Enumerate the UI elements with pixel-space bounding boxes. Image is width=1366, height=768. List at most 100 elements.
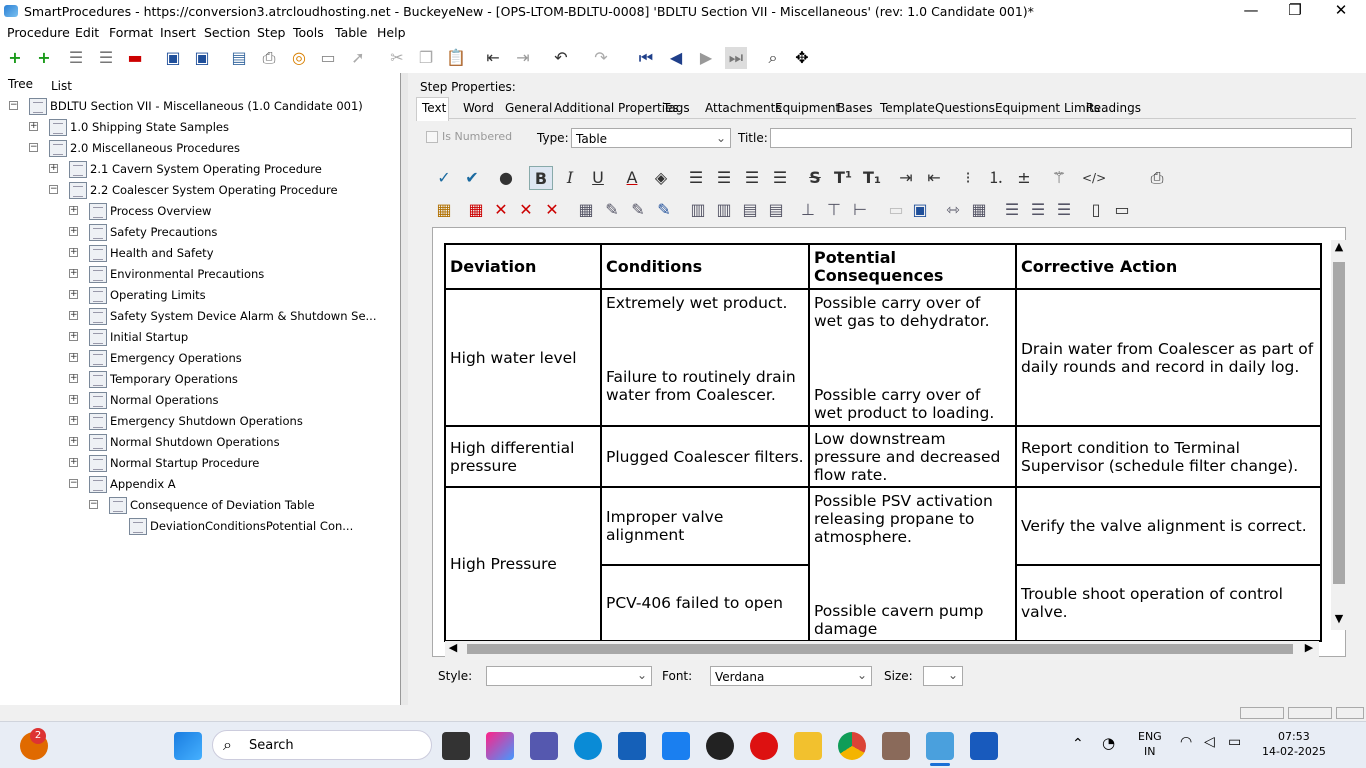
cell-corrective-action[interactable]: Verify the valve alignment is correct. <box>1015 486 1322 566</box>
delete-cell-icon[interactable]: ✕ <box>540 198 564 222</box>
expand-icon[interactable]: + <box>69 227 78 236</box>
expand-icon[interactable]: + <box>69 458 78 467</box>
menu-help[interactable]: Help <box>377 23 406 40</box>
tree-node[interactable]: − BDLTU Section VII - Miscellaneous (1.0 … <box>4 96 392 117</box>
style-select[interactable]: ⌄ <box>486 666 652 686</box>
cell-consequences[interactable]: Possible PSV activation releasing propan… <box>808 486 1017 642</box>
cell-corrective-action[interactable]: Trouble shoot operation of control valve… <box>1015 563 1322 642</box>
tab-tags[interactable]: Tags <box>663 101 690 115</box>
last-icon[interactable]: ⏭ <box>725 47 747 69</box>
horizontal-scroll-thumb[interactable] <box>467 644 1293 654</box>
tree-node[interactable]: + Emergency Shutdown Operations <box>4 411 392 432</box>
cell-conditions[interactable]: Plugged Coalescer filters. <box>600 425 810 488</box>
align-center-icon[interactable]: ☰ <box>712 166 736 190</box>
expand-icon[interactable]: + <box>69 437 78 446</box>
tab-readings[interactable]: Readings <box>1086 101 1141 115</box>
type-select[interactable]: Table ⌄ <box>571 128 731 148</box>
tab-bases[interactable]: Bases <box>837 101 872 115</box>
collapse-icon[interactable]: − <box>49 185 58 194</box>
vertical-bar-icon[interactable]: ▯ <box>1084 198 1108 222</box>
menu-insert[interactable]: Insert <box>160 23 196 40</box>
cell-align-right-icon[interactable]: ☰ <box>1052 198 1076 222</box>
font-color-icon[interactable]: A <box>620 166 644 190</box>
magic-wand-icon[interactable]: ⚚ <box>1047 166 1071 190</box>
paste-icon[interactable]: 📋 <box>445 47 467 69</box>
underline-icon[interactable]: U <box>586 166 610 190</box>
expand-icon[interactable]: + <box>69 374 78 383</box>
save-icon[interactable]: ▣ <box>162 47 184 69</box>
chrome-icon[interactable] <box>838 732 866 760</box>
edge-icon[interactable] <box>574 732 602 760</box>
outdent-icon[interactable]: ⇤ <box>482 47 504 69</box>
scroll-right-icon[interactable]: ▶ <box>1301 641 1317 657</box>
insert-row-below-icon[interactable]: ▤ <box>764 198 788 222</box>
outline-icon[interactable]: ☰ <box>95 47 117 69</box>
search-box[interactable]: ⌕ Search <box>212 730 432 760</box>
add-icon[interactable]: + <box>4 47 26 69</box>
insert-row-above-icon[interactable]: ▤ <box>738 198 762 222</box>
increase-indent-icon[interactable]: ⇥ <box>894 166 918 190</box>
next-icon[interactable]: ▶ <box>695 47 717 69</box>
redo-disabled-icon[interactable]: ➚ <box>347 47 369 69</box>
collapse-icon[interactable]: − <box>89 500 98 509</box>
tree-node[interactable]: + Initial Startup <box>4 327 392 348</box>
expand-icon[interactable]: + <box>69 395 78 404</box>
cell-align-left-icon[interactable]: ☰ <box>1000 198 1024 222</box>
tab-attachments[interactable]: Attachments <box>705 101 782 115</box>
indent-list-icon[interactable]: ☰ <box>65 47 87 69</box>
tree-node[interactable]: + Safety Precautions <box>4 222 392 243</box>
copy-icon[interactable]: ❐ <box>415 47 437 69</box>
align-left-icon[interactable]: ☰ <box>684 166 708 190</box>
cut-icon[interactable]: ✂ <box>386 47 408 69</box>
decrease-indent-icon[interactable]: ⇤ <box>922 166 946 190</box>
tree-node[interactable]: − 2.0 Miscellaneous Procedures <box>4 138 392 159</box>
tree-node[interactable]: + Normal Operations <box>4 390 392 411</box>
print-preview-icon[interactable]: ⎙ <box>1145 166 1169 190</box>
add-child-icon[interactable]: + <box>33 47 55 69</box>
menu-tools[interactable]: Tools <box>293 23 324 40</box>
numbered-list-icon[interactable]: ⒈ <box>984 166 1008 190</box>
table-edit-icon[interactable]: ✎ <box>600 198 624 222</box>
menu-format[interactable]: Format <box>109 23 153 40</box>
tree-node[interactable]: − Appendix A <box>4 474 392 495</box>
wifi-icon[interactable]: ◠ <box>1180 734 1192 750</box>
word-icon[interactable] <box>970 732 998 760</box>
redo-icon[interactable]: ↷ <box>590 47 612 69</box>
merge-cells-icon[interactable]: ⊤ <box>822 198 846 222</box>
cell-deviation[interactable]: High Pressure <box>444 486 602 642</box>
tree-node[interactable]: − Consequence of Deviation Table <box>4 495 392 516</box>
clock-time[interactable]: 07:53 <box>1278 730 1310 743</box>
tree-node[interactable]: + Health and Safety <box>4 243 392 264</box>
opera-icon[interactable] <box>750 732 778 760</box>
chevron-up-icon[interactable]: ⌃ <box>1072 736 1084 752</box>
app-icon[interactable] <box>882 732 910 760</box>
is-numbered-checkbox[interactable] <box>426 131 438 143</box>
delete-row-icon[interactable]: ✕ <box>489 198 513 222</box>
move-icon[interactable]: ✥ <box>791 47 813 69</box>
language-line2[interactable]: IN <box>1144 745 1155 758</box>
tree-node[interactable]: + Process Overview <box>4 201 392 222</box>
expand-icon[interactable]: + <box>69 353 78 362</box>
task-view-icon[interactable] <box>442 732 470 760</box>
tab-word[interactable]: Word <box>463 101 494 115</box>
insert-column-left-icon[interactable]: ▥ <box>686 198 710 222</box>
table-caption-icon[interactable]: ▣ <box>908 198 932 222</box>
expand-icon[interactable]: + <box>69 332 78 341</box>
dell-icon[interactable] <box>706 732 734 760</box>
file-explorer-icon[interactable] <box>794 732 822 760</box>
store-icon[interactable] <box>618 732 646 760</box>
expand-icon[interactable]: + <box>69 248 78 257</box>
tree-node[interactable]: − 2.2 Coalescer System Operating Procedur… <box>4 180 392 201</box>
undo-icon[interactable]: ↶ <box>550 47 572 69</box>
expand-icon[interactable]: + <box>69 416 78 425</box>
scroll-left-icon[interactable]: ◀ <box>445 641 461 657</box>
tab-general[interactable]: General <box>505 101 552 115</box>
tab-additional-properties[interactable]: Additional Properties <box>554 101 679 115</box>
network-settings-icon[interactable]: ◔ <box>1102 734 1115 752</box>
cell-align-center-icon[interactable]: ☰ <box>1026 198 1050 222</box>
collapse-icon[interactable]: − <box>69 479 78 488</box>
expand-icon[interactable]: + <box>49 164 58 173</box>
spellcheck-icon[interactable]: ✓ <box>432 166 456 190</box>
menu-section[interactable]: Section <box>204 23 250 40</box>
cell-conditions[interactable]: Improper valve alignment <box>600 486 810 566</box>
